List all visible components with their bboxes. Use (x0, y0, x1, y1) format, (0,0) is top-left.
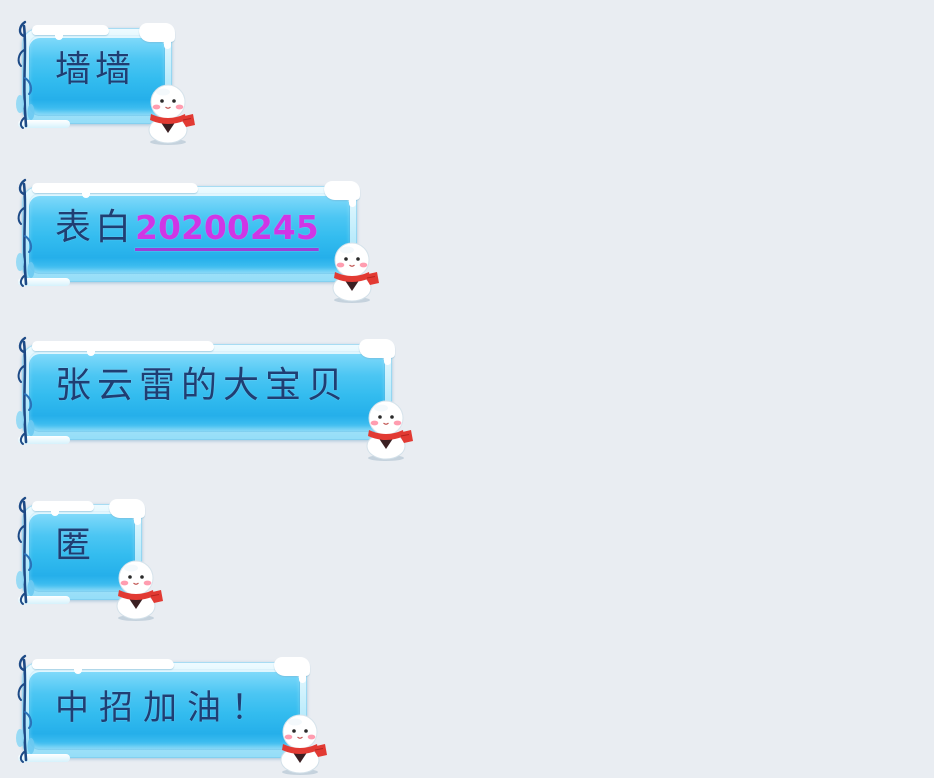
ice-branch-icon (12, 334, 42, 446)
snow-cap (32, 25, 109, 40)
ice-branch-icon (12, 652, 42, 764)
message-text: 墙墙 (55, 49, 136, 90)
message-bubble[interactable]: 中招加油！ (12, 656, 310, 764)
ice-branch-icon (12, 494, 42, 606)
snowman-icon (326, 238, 380, 304)
chat-message-list[interactable]: 墙墙 表白20200245 张云雷的大宝贝 匿 中招加油！ (0, 0, 934, 778)
snowman-icon (360, 396, 414, 462)
snowman-icon (142, 80, 196, 146)
snow-cap (32, 659, 174, 674)
ice-branch-icon (12, 18, 42, 130)
snowman-icon (274, 710, 328, 776)
snow-cap (359, 339, 395, 365)
message-text: 匿 (55, 525, 96, 566)
snowman-icon (110, 556, 164, 622)
message-text: 张云雷的大宝贝 (55, 365, 350, 406)
message-bubble[interactable]: 表白20200245 (12, 180, 360, 288)
ice-branch-icon (12, 176, 42, 288)
message-link[interactable]: 20200245 (135, 208, 319, 247)
snow-cap (139, 23, 175, 49)
message-bubble[interactable]: 张云雷的大宝贝 (12, 338, 395, 446)
snow-cap (32, 341, 215, 356)
snow-cap (274, 657, 310, 683)
snow-cap (32, 183, 198, 198)
message-text: 中招加油！ (55, 688, 275, 728)
snow-cap (109, 499, 145, 525)
snow-cap (324, 181, 360, 207)
message-text-prefix: 表白 (55, 207, 136, 248)
message-text: 表白20200245 (55, 206, 319, 250)
